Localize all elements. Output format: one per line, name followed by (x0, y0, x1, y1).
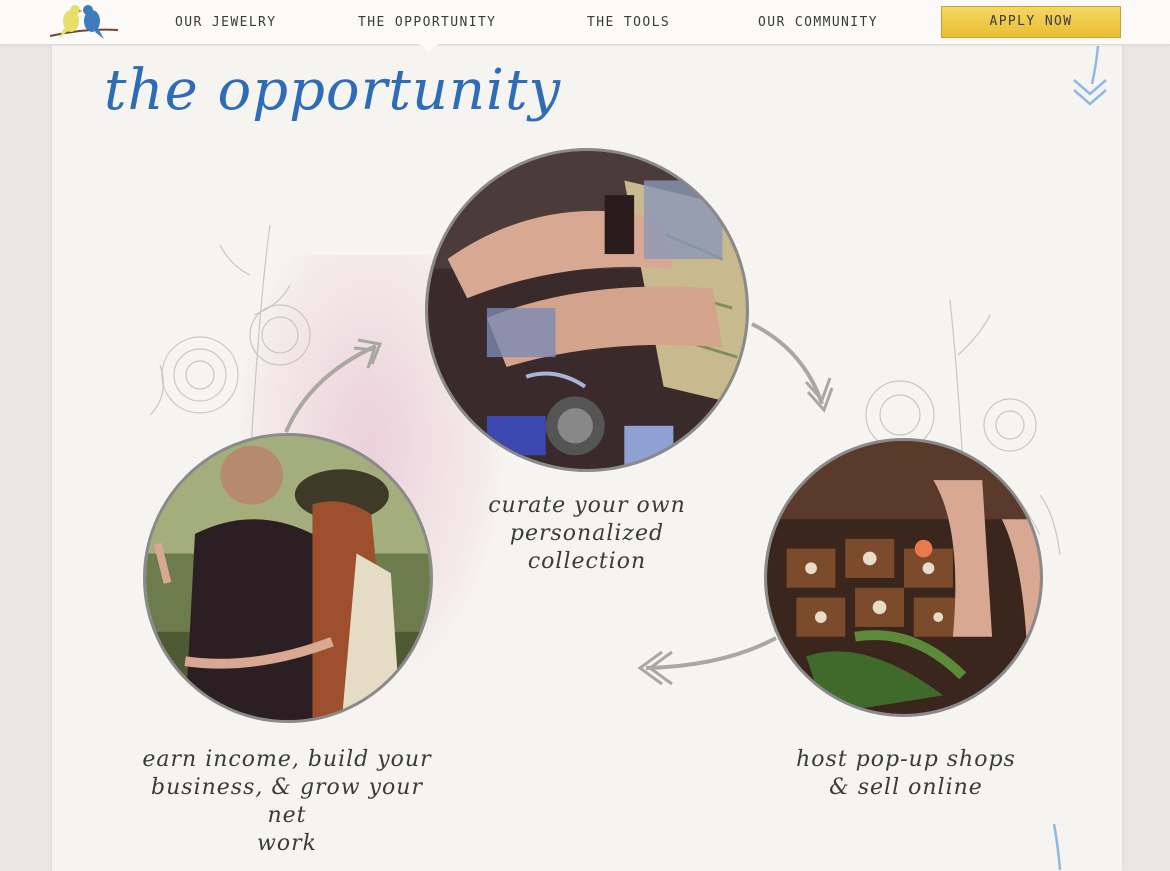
caption-host: host pop-up shops & sell online (790, 746, 1022, 802)
page-title: the opportunity (104, 58, 562, 123)
curved-arrow-icon (751, 322, 834, 413)
top-navigation: OUR JEWELRY THE OPPORTUNITY THE TOOLS OU… (0, 0, 1170, 45)
nav-the-tools[interactable]: THE TOOLS (587, 15, 670, 30)
caption-earn: earn income, build your business, & grow… (128, 746, 446, 858)
caption-line: host pop-up shops (796, 747, 1016, 772)
caption-line: curate your own (488, 493, 686, 518)
caption-line: & sell online (829, 775, 983, 800)
active-nav-indicator (419, 44, 439, 52)
caption-curate: curate your own personalized collection (467, 492, 707, 576)
caption-line: collection (527, 549, 647, 574)
caption-line: work (257, 831, 317, 856)
blue-arrow-doodle-icon (1073, 45, 1107, 106)
nav-our-community[interactable]: OUR COMMUNITY (758, 15, 878, 30)
blue-line-doodle-icon (1052, 823, 1062, 871)
nav-our-jewelry[interactable]: OUR JEWELRY (175, 15, 277, 30)
apply-now-button[interactable]: APPLY NOW (941, 6, 1121, 38)
jewelry-box-photo (764, 438, 1043, 717)
nav-the-opportunity[interactable]: THE OPPORTUNITY (358, 15, 496, 30)
logo-birds-icon[interactable] (48, 2, 120, 42)
hands-with-bracelets-photo (425, 148, 749, 472)
caption-line: personalized (509, 521, 665, 546)
friends-embracing-photo (143, 433, 433, 723)
caption-line: earn income, build your (142, 747, 432, 772)
caption-line: business, & grow your net (151, 775, 423, 828)
curved-arrow-icon (637, 636, 777, 686)
curved-arrow-icon (284, 338, 383, 433)
